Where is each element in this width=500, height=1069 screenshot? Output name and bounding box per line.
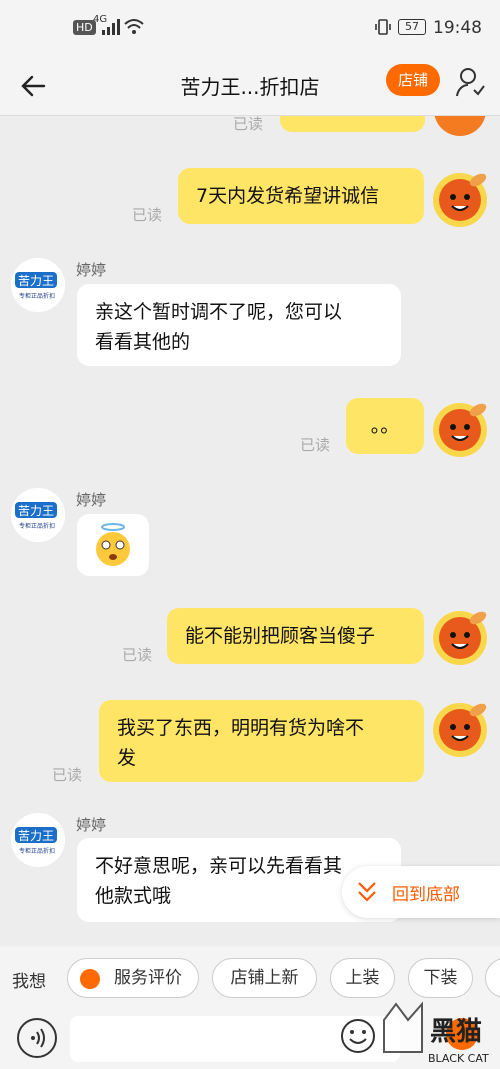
message-line: 他款式哦 (95, 885, 172, 907)
service-rating-icon (80, 969, 100, 989)
message-bubble-mine: 能不能别把顾客当傻子 (167, 608, 424, 664)
back-to-bottom-label: 回到底部 (392, 885, 460, 905)
shop-avatar (434, 116, 486, 136)
message-bubble-them: 亲这个暂时调不了呢，您可以 看看其他的 (77, 284, 401, 366)
chat-header: 苦力王...折扣店 店铺 (0, 58, 500, 116)
svg-text:专柜正品折扣: 专柜正品折扣 (19, 847, 55, 855)
my-avatar[interactable] (428, 396, 492, 460)
svg-text:专柜正品折扣: 专柜正品折扣 (19, 522, 55, 530)
message-bubble-mine: 。。 (346, 398, 424, 454)
vibrate-icon (375, 19, 391, 35)
read-receipt: 已读 (122, 646, 153, 664)
quick-reply-service-rating[interactable]: 服务评价 (67, 958, 199, 998)
svg-text:BLACK CAT: BLACK CAT (428, 1052, 489, 1065)
double-chevron-down-icon (358, 882, 376, 902)
read-receipt: 已读 (52, 766, 83, 784)
battery-indicator: 57 (398, 19, 426, 35)
my-avatar[interactable] (428, 696, 492, 760)
svg-text:苦力王: 苦力王 (18, 829, 54, 843)
my-avatar[interactable] (428, 604, 492, 668)
message-line: 看看其他的 (95, 331, 191, 353)
my-avatar[interactable] (428, 166, 492, 230)
chip-label: 服务评价 (114, 968, 182, 988)
message-bubble-mine: 我买了东西，明明有货为啥不 发 (99, 700, 424, 782)
status-bar: HD 4G 57 19:48 (0, 0, 500, 58)
message-line: 亲这个暂时调不了呢，您可以 (95, 301, 343, 323)
voice-button[interactable] (17, 1018, 57, 1058)
sender-name: 婷婷 (76, 491, 107, 509)
quick-reply-prefix: 我想 (12, 972, 46, 992)
signal-icon (102, 19, 120, 35)
message-bubble-them (77, 514, 149, 576)
wifi-icon (124, 19, 144, 34)
chat-area[interactable]: 已读 7天内发货希望讲诚信 已读 苦力王 专柜正品折扣 婷婷 亲这个暂时调不了呢… (0, 116, 500, 946)
read-receipt: 已读 (132, 206, 163, 224)
shop-button[interactable]: 店铺 (386, 64, 440, 96)
user-profile-icon[interactable] (455, 66, 485, 98)
watermark: 黑猫 BLACK CAT (378, 990, 500, 1069)
sender-name: 婷婷 (76, 261, 107, 279)
message-line: 不好意思呢，亲可以先看看其 (95, 855, 343, 877)
clock: 19:48 (433, 18, 482, 38)
svg-text:黑猫: 黑猫 (430, 1017, 482, 1047)
message-line: 我买了东西，明明有货为啥不 (117, 717, 365, 739)
emoji-icon[interactable] (340, 1018, 376, 1054)
back-arrow-icon[interactable] (18, 69, 52, 103)
quick-reply-new-arrivals[interactable]: 店铺上新 (212, 958, 317, 998)
shop-avatar[interactable]: 苦力王 专柜正品折扣 (11, 813, 65, 867)
dizzy-face-emoji-icon (96, 523, 130, 566)
read-receipt: 已读 (300, 436, 331, 454)
page-title: 苦力王...折扣店 (180, 75, 320, 99)
svg-text:苦力王: 苦力王 (18, 274, 54, 288)
read-receipt: 已读 (233, 116, 264, 133)
shop-avatar[interactable]: 苦力王 专柜正品折扣 (11, 258, 65, 312)
svg-text:苦力王: 苦力王 (18, 504, 54, 518)
message-bubble-partial (280, 116, 425, 132)
shop-avatar[interactable]: 苦力王 专柜正品折扣 (11, 488, 65, 542)
sender-name: 婷婷 (76, 816, 107, 834)
black-cat-logo-icon: 黑猫 BLACK CAT (383, 1001, 489, 1065)
svg-text:专柜正品折扣: 专柜正品折扣 (19, 292, 55, 300)
back-to-bottom-button[interactable]: 回到底部 (342, 866, 500, 918)
voice-icon (31, 1028, 45, 1048)
message-bubble-mine: 7天内发货希望讲诚信 (178, 168, 424, 224)
message-line: 发 (117, 747, 137, 769)
